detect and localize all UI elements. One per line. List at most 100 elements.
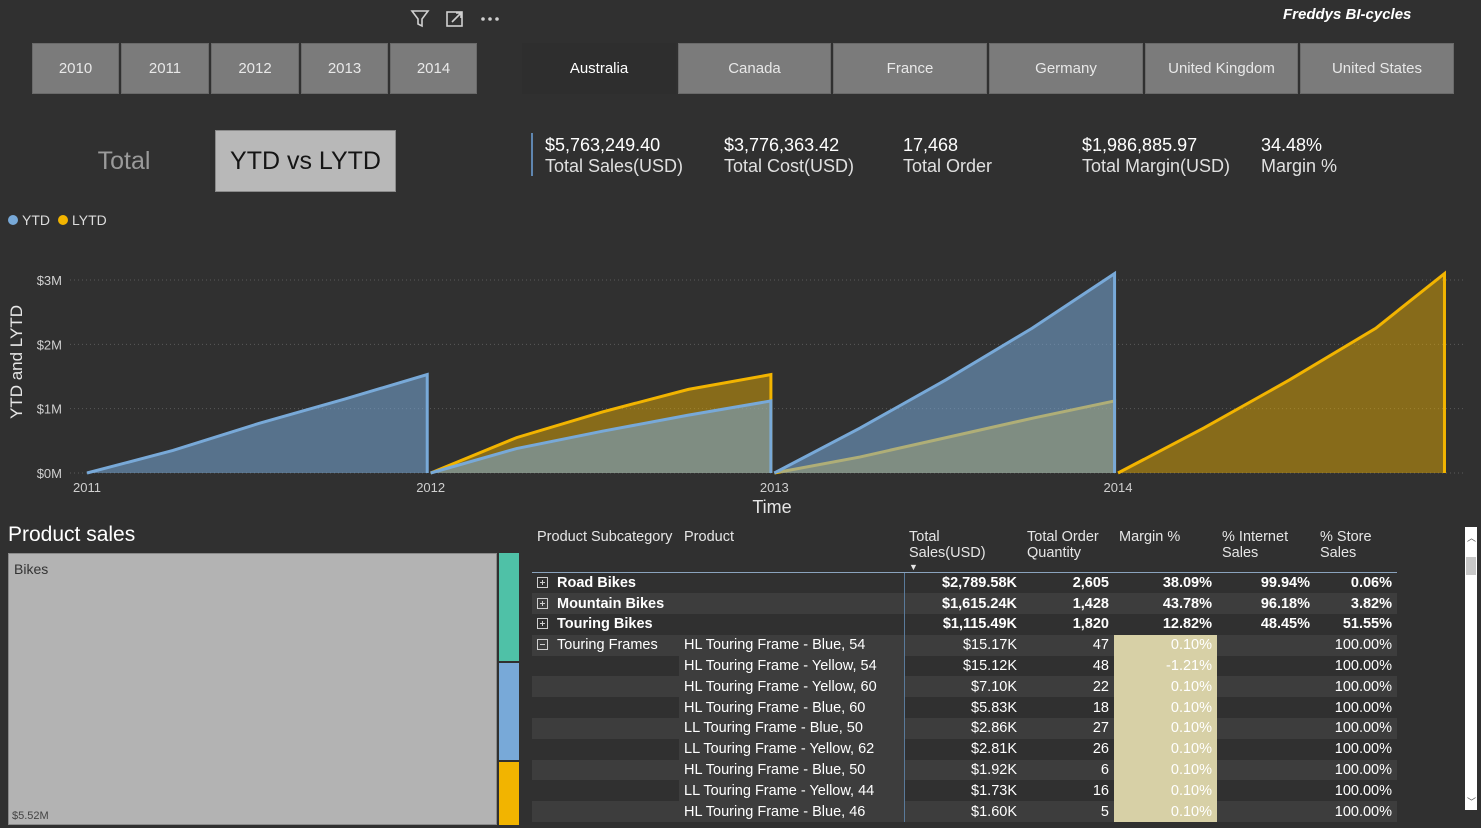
cell-internet-sales xyxy=(1217,801,1315,823)
y-tick-label: $2M xyxy=(37,337,62,352)
product-matrix: Product Subcategory Product Total Sales(… xyxy=(532,527,1467,828)
table-row[interactable]: Touring Frames HL Touring Frame - Blue, 5… xyxy=(532,634,1397,656)
subcategory-label: Mountain Bikes xyxy=(557,595,665,612)
cell-total-sales: $7.10K xyxy=(903,676,1022,698)
country-button-united-states[interactable]: United States xyxy=(1300,43,1454,94)
table-row[interactable]: LL Touring Frame - Yellow, 62 $2.81K 26 0.1… xyxy=(532,738,1397,760)
y-tick-label: $1M xyxy=(37,402,62,417)
cell-order-quantity: 2,605 xyxy=(1072,574,1109,591)
x-tick-label: 2011 xyxy=(73,480,101,495)
focus-mode-icon[interactable] xyxy=(444,8,466,30)
column-header-total-sales[interactable]: Total Sales(USD) ▼ xyxy=(904,527,1022,573)
cell-internet-sales: 99.94% xyxy=(1260,574,1310,591)
total-toggle-button[interactable]: Total xyxy=(64,131,184,191)
cell-store-sales: 0.06% xyxy=(1350,574,1392,591)
cell-margin: 0.10% xyxy=(1114,738,1217,760)
table-row[interactable]: LL Touring Frame - Yellow, 44 $1.73K 16 0.1… xyxy=(532,780,1397,802)
cell-total-sales: $15.12K xyxy=(903,655,1022,677)
kpi-divider xyxy=(531,133,533,176)
country-button-australia[interactable]: Australia xyxy=(522,43,676,94)
table-row[interactable]: Road Bikes $2,789.58K 2,605 38.09% 99.94% 0.0… xyxy=(532,572,1397,594)
area-ytd[interactable] xyxy=(774,273,1115,473)
cell-internet-sales xyxy=(1217,739,1315,760)
legend-lytd-label: LYTD xyxy=(72,212,107,228)
table-row[interactable]: LL Touring Frame - Blue, 50 $2.86K 27 0.10%… xyxy=(532,718,1397,739)
treemap-segment[interactable] xyxy=(499,762,519,825)
treemap-category-label: Bikes xyxy=(14,561,49,577)
ytd-vs-lytd-toggle-button[interactable]: YTD vs LYTD xyxy=(215,130,396,192)
cell-total-sales: $1,615.24K xyxy=(903,593,1022,615)
subcategory-label: Touring Frames xyxy=(557,637,658,654)
cell-product: HL Touring Frame - Yellow, 54 xyxy=(679,655,904,677)
cell-subcategory xyxy=(532,718,679,739)
year-button-2014[interactable]: 2014 xyxy=(390,43,477,94)
table-row[interactable]: HL Touring Frame - Blue, 60 $5.83K 18 0.10%… xyxy=(532,697,1397,719)
cell-store-sales: 3.82% xyxy=(1315,593,1397,615)
year-button-2011[interactable]: 2011 xyxy=(121,43,209,94)
cell-order-quantity: 6 xyxy=(1022,759,1114,781)
more-options-icon[interactable] xyxy=(479,8,501,30)
column-header-subcategory[interactable]: Product Subcategory xyxy=(532,527,679,573)
table-row[interactable]: Touring Bikes $1,115.49K 1,820 12.82% 48.45%… xyxy=(532,614,1397,635)
cell-margin: 0.10% xyxy=(1114,634,1217,656)
y-axis-title: YTD and LYTD xyxy=(7,305,26,419)
cell-order-quantity: 18 xyxy=(1092,699,1109,716)
area-lytd[interactable] xyxy=(1118,273,1445,473)
cell-margin: 12.82% xyxy=(1162,616,1212,633)
x-tick-label: 2013 xyxy=(760,480,789,495)
kpi-value: 34.48% xyxy=(1261,135,1323,155)
cell-total-sales: $2,789.58K xyxy=(903,572,1022,594)
cell-margin: 43.78% xyxy=(1114,593,1217,615)
table-row[interactable]: HL Touring Frame - Blue, 50 $1.92K 6 0.10% 1… xyxy=(532,759,1397,781)
column-header-order-quantity[interactable]: Total Order Quantity xyxy=(1022,527,1114,573)
country-button-canada[interactable]: Canada xyxy=(678,43,831,94)
scroll-down-icon[interactable]: ﹀ xyxy=(1467,795,1476,808)
cell-total-sales: $1.73K xyxy=(903,780,1022,802)
cell-product: LL Touring Frame - Blue, 50 xyxy=(679,718,904,739)
expand-icon[interactable] xyxy=(537,618,548,630)
y-axis-ticks: $0M $1M $2M $3M xyxy=(37,273,62,481)
year-button-2012[interactable]: 2012 xyxy=(211,43,299,94)
cell-total-sales: $2.86K xyxy=(903,718,1022,739)
table-row[interactable]: HL Touring Frame - Yellow, 54 $15.12K 48 -1… xyxy=(532,655,1397,677)
expand-icon[interactable] xyxy=(537,597,548,609)
column-header-store-sales[interactable]: % Store Sales xyxy=(1315,527,1397,573)
cell-internet-sales xyxy=(1217,718,1315,739)
kpi-label: Total Margin(USD) xyxy=(1082,156,1231,176)
year-button-2013[interactable]: 2013 xyxy=(301,43,388,94)
legend-lytd-marker xyxy=(58,215,68,225)
column-header-margin[interactable]: Margin % xyxy=(1114,527,1217,573)
cell-subcategory: Mountain Bikes xyxy=(532,593,679,615)
column-header-product[interactable]: Product xyxy=(679,527,904,573)
expand-icon[interactable] xyxy=(537,576,548,588)
chart-legend: YTD LYTD xyxy=(8,212,107,228)
cell-store-sales: 100.00% xyxy=(1334,699,1392,716)
cell-product: HL Touring Frame - Blue, 50 xyxy=(679,759,904,781)
treemap-segment[interactable] xyxy=(499,553,519,661)
cell-margin: 0.10% xyxy=(1114,801,1217,823)
filter-icon[interactable] xyxy=(409,8,431,30)
table-row[interactable]: HL Touring Frame - Yellow, 60 $7.10K 22 0.1… xyxy=(532,676,1397,698)
table-row[interactable]: Mountain Bikes $1,615.24K 1,428 43.78% 96.18… xyxy=(532,593,1397,615)
column-header-internet-sales[interactable]: % Internet Sales xyxy=(1217,527,1315,573)
cell-margin: 0.10% xyxy=(1114,718,1217,739)
year-button-2010[interactable]: 2010 xyxy=(32,43,119,94)
cell-store-sales: 100.00% xyxy=(1315,801,1397,823)
cell-margin: 0.10% xyxy=(1114,759,1217,781)
country-button-united-kingdom[interactable]: United Kingdom xyxy=(1145,43,1298,94)
scrollbar-thumb[interactable] xyxy=(1466,557,1476,575)
cell-total-sales: $1.92K xyxy=(903,759,1022,781)
treemap-segment[interactable] xyxy=(499,663,519,760)
kpi-label: Total Sales(USD) xyxy=(545,156,684,176)
matrix-body: Road Bikes $2,789.58K 2,605 38.09% 99.94% 0.0… xyxy=(532,572,1397,823)
collapse-icon[interactable] xyxy=(537,639,548,651)
table-row[interactable]: HL Touring Frame - Blue, 46 $1.60K 5 0.10% 1… xyxy=(532,801,1397,823)
country-button-france[interactable]: France xyxy=(833,43,987,94)
cell-total-sales: $1,115.49K xyxy=(903,614,1022,635)
country-button-germany[interactable]: Germany xyxy=(989,43,1143,94)
kpi-label: Total Order xyxy=(903,156,993,176)
table-scrollbar[interactable]: ︿ ﹀ xyxy=(1465,527,1477,810)
product-sales-treemap[interactable]: Bikes $5.52M xyxy=(8,553,497,825)
scroll-up-icon[interactable]: ︿ xyxy=(1467,531,1476,544)
cell-total-sales: $1.60K xyxy=(903,801,1022,823)
